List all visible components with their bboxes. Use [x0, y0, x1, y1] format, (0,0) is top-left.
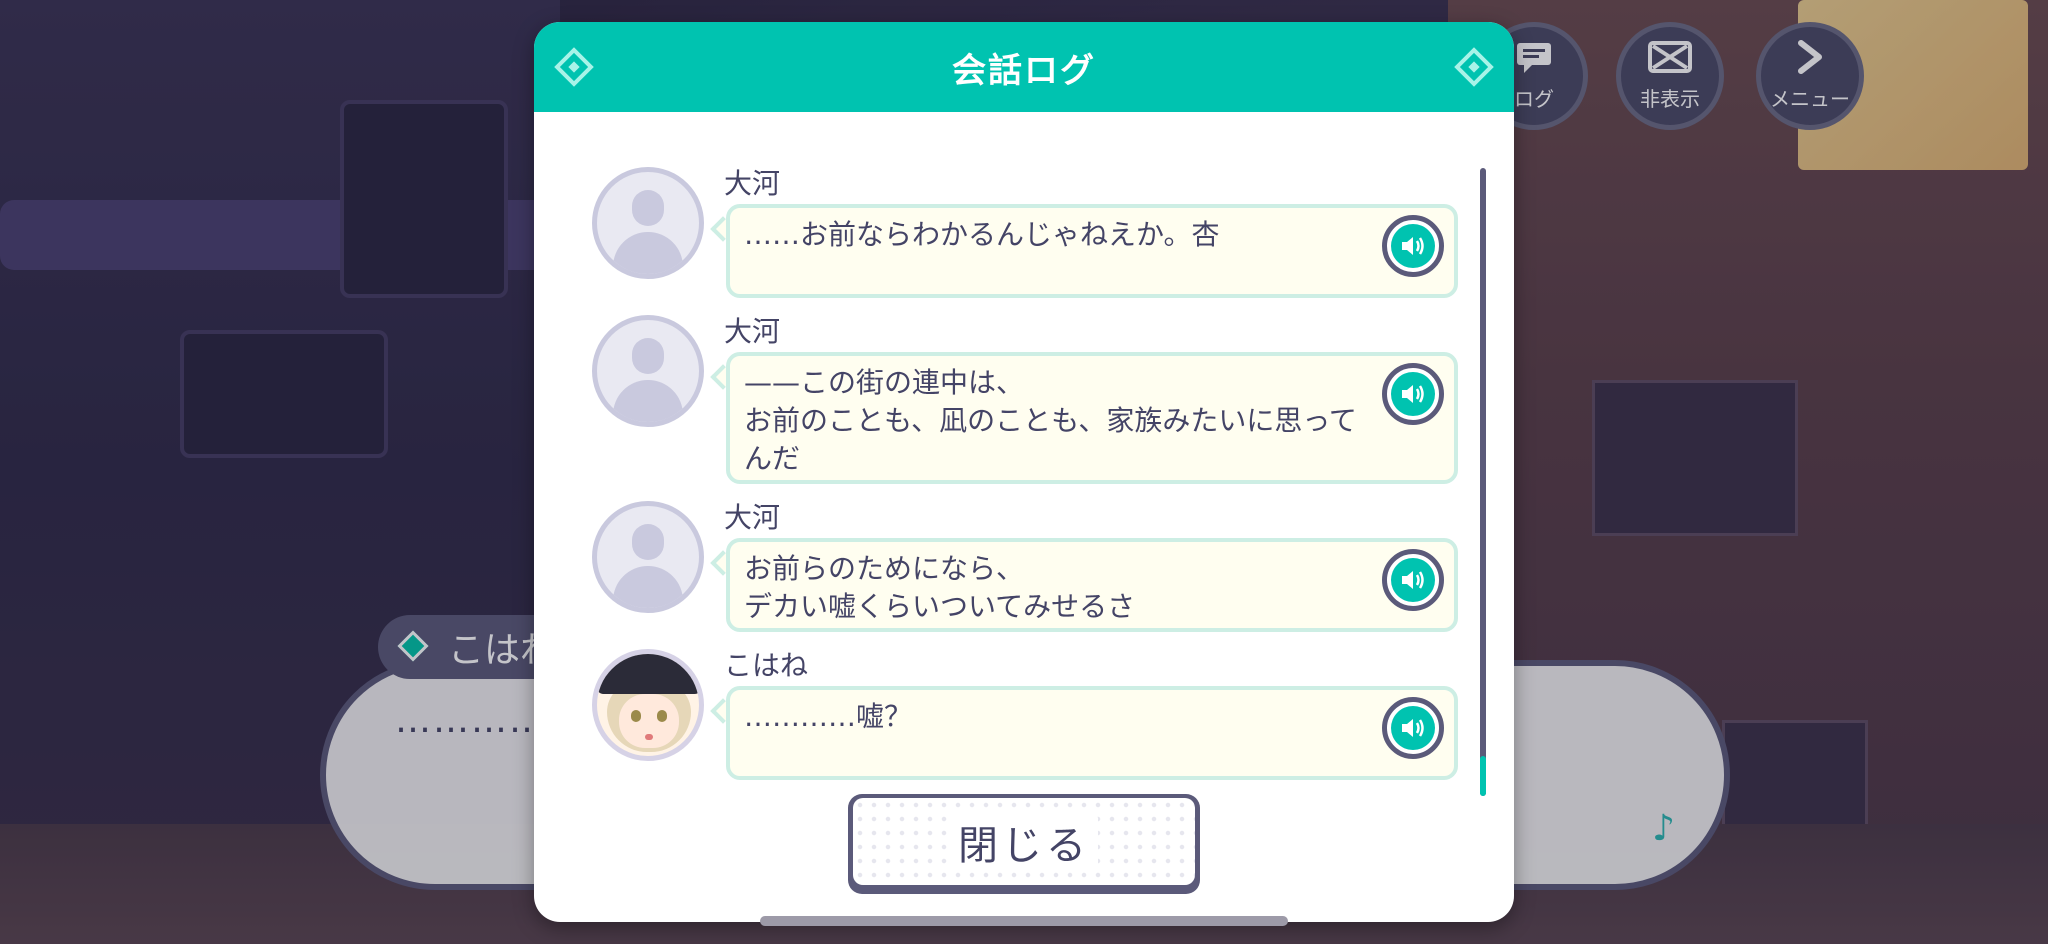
log-speaker-name: こはね [724, 649, 809, 682]
log-text-bubble: ——この街の連中は、 お前のことも、凪のことも、家族みたいに思ってんだ [726, 352, 1458, 484]
log-speaker-name: 大河 [724, 315, 781, 348]
log-text-bubble: …………嘘？ [726, 686, 1458, 780]
avatar-eye [657, 710, 667, 722]
avatar-cap [597, 654, 699, 694]
avatar-kohane [592, 649, 704, 761]
avatar-placeholder-body [613, 232, 683, 274]
close-button-label: 閉じる [950, 812, 1098, 871]
avatar [592, 315, 704, 427]
diamond-icon [554, 47, 594, 87]
modal-header: 会話ログ [534, 22, 1514, 112]
log-scrollbar[interactable] [1480, 168, 1486, 796]
conversation-log-modal: 会話ログ 大河 ……お前ならわかるんじゃねえか。杏 大河 ——この街の連中は、 … [534, 22, 1514, 922]
voice-play-button[interactable] [1382, 215, 1444, 277]
modal-title: 会話ログ [952, 50, 1096, 91]
avatar-placeholder-body [613, 380, 683, 422]
speaker-icon [1391, 372, 1435, 416]
log-text-bubble: ……お前ならわかるんじゃねえか。杏 [726, 204, 1458, 298]
avatar-placeholder-body [613, 566, 683, 608]
avatar [592, 167, 704, 279]
close-button[interactable]: 閉じる [848, 794, 1200, 894]
avatar-placeholder-head [632, 524, 664, 560]
speaker-icon [1391, 224, 1435, 268]
avatar-placeholder-head [632, 338, 664, 374]
avatar [592, 501, 704, 613]
log-list[interactable]: 大河 ……お前ならわかるんじゃねえか。杏 大河 ——この街の連中は、 お前のこと… [534, 112, 1514, 802]
voice-play-button[interactable] [1382, 549, 1444, 611]
log-speaker-name: 大河 [724, 501, 781, 534]
avatar-eye [631, 710, 641, 722]
log-speaker-name: 大河 [724, 167, 781, 200]
home-indicator[interactable] [760, 916, 1288, 926]
log-text-bubble: お前らのためになら、 デカい嘘くらいついてみせるさ [726, 538, 1458, 632]
diamond-icon [1454, 47, 1494, 87]
avatar-mouth [645, 734, 653, 740]
voice-play-button[interactable] [1382, 363, 1444, 425]
close-button-face: 閉じる [853, 798, 1195, 885]
speaker-icon [1391, 558, 1435, 602]
avatar-placeholder-head [632, 190, 664, 226]
voice-play-button[interactable] [1382, 697, 1444, 759]
speaker-icon [1391, 706, 1435, 750]
log-scrollbar-thumb[interactable] [1480, 756, 1486, 796]
